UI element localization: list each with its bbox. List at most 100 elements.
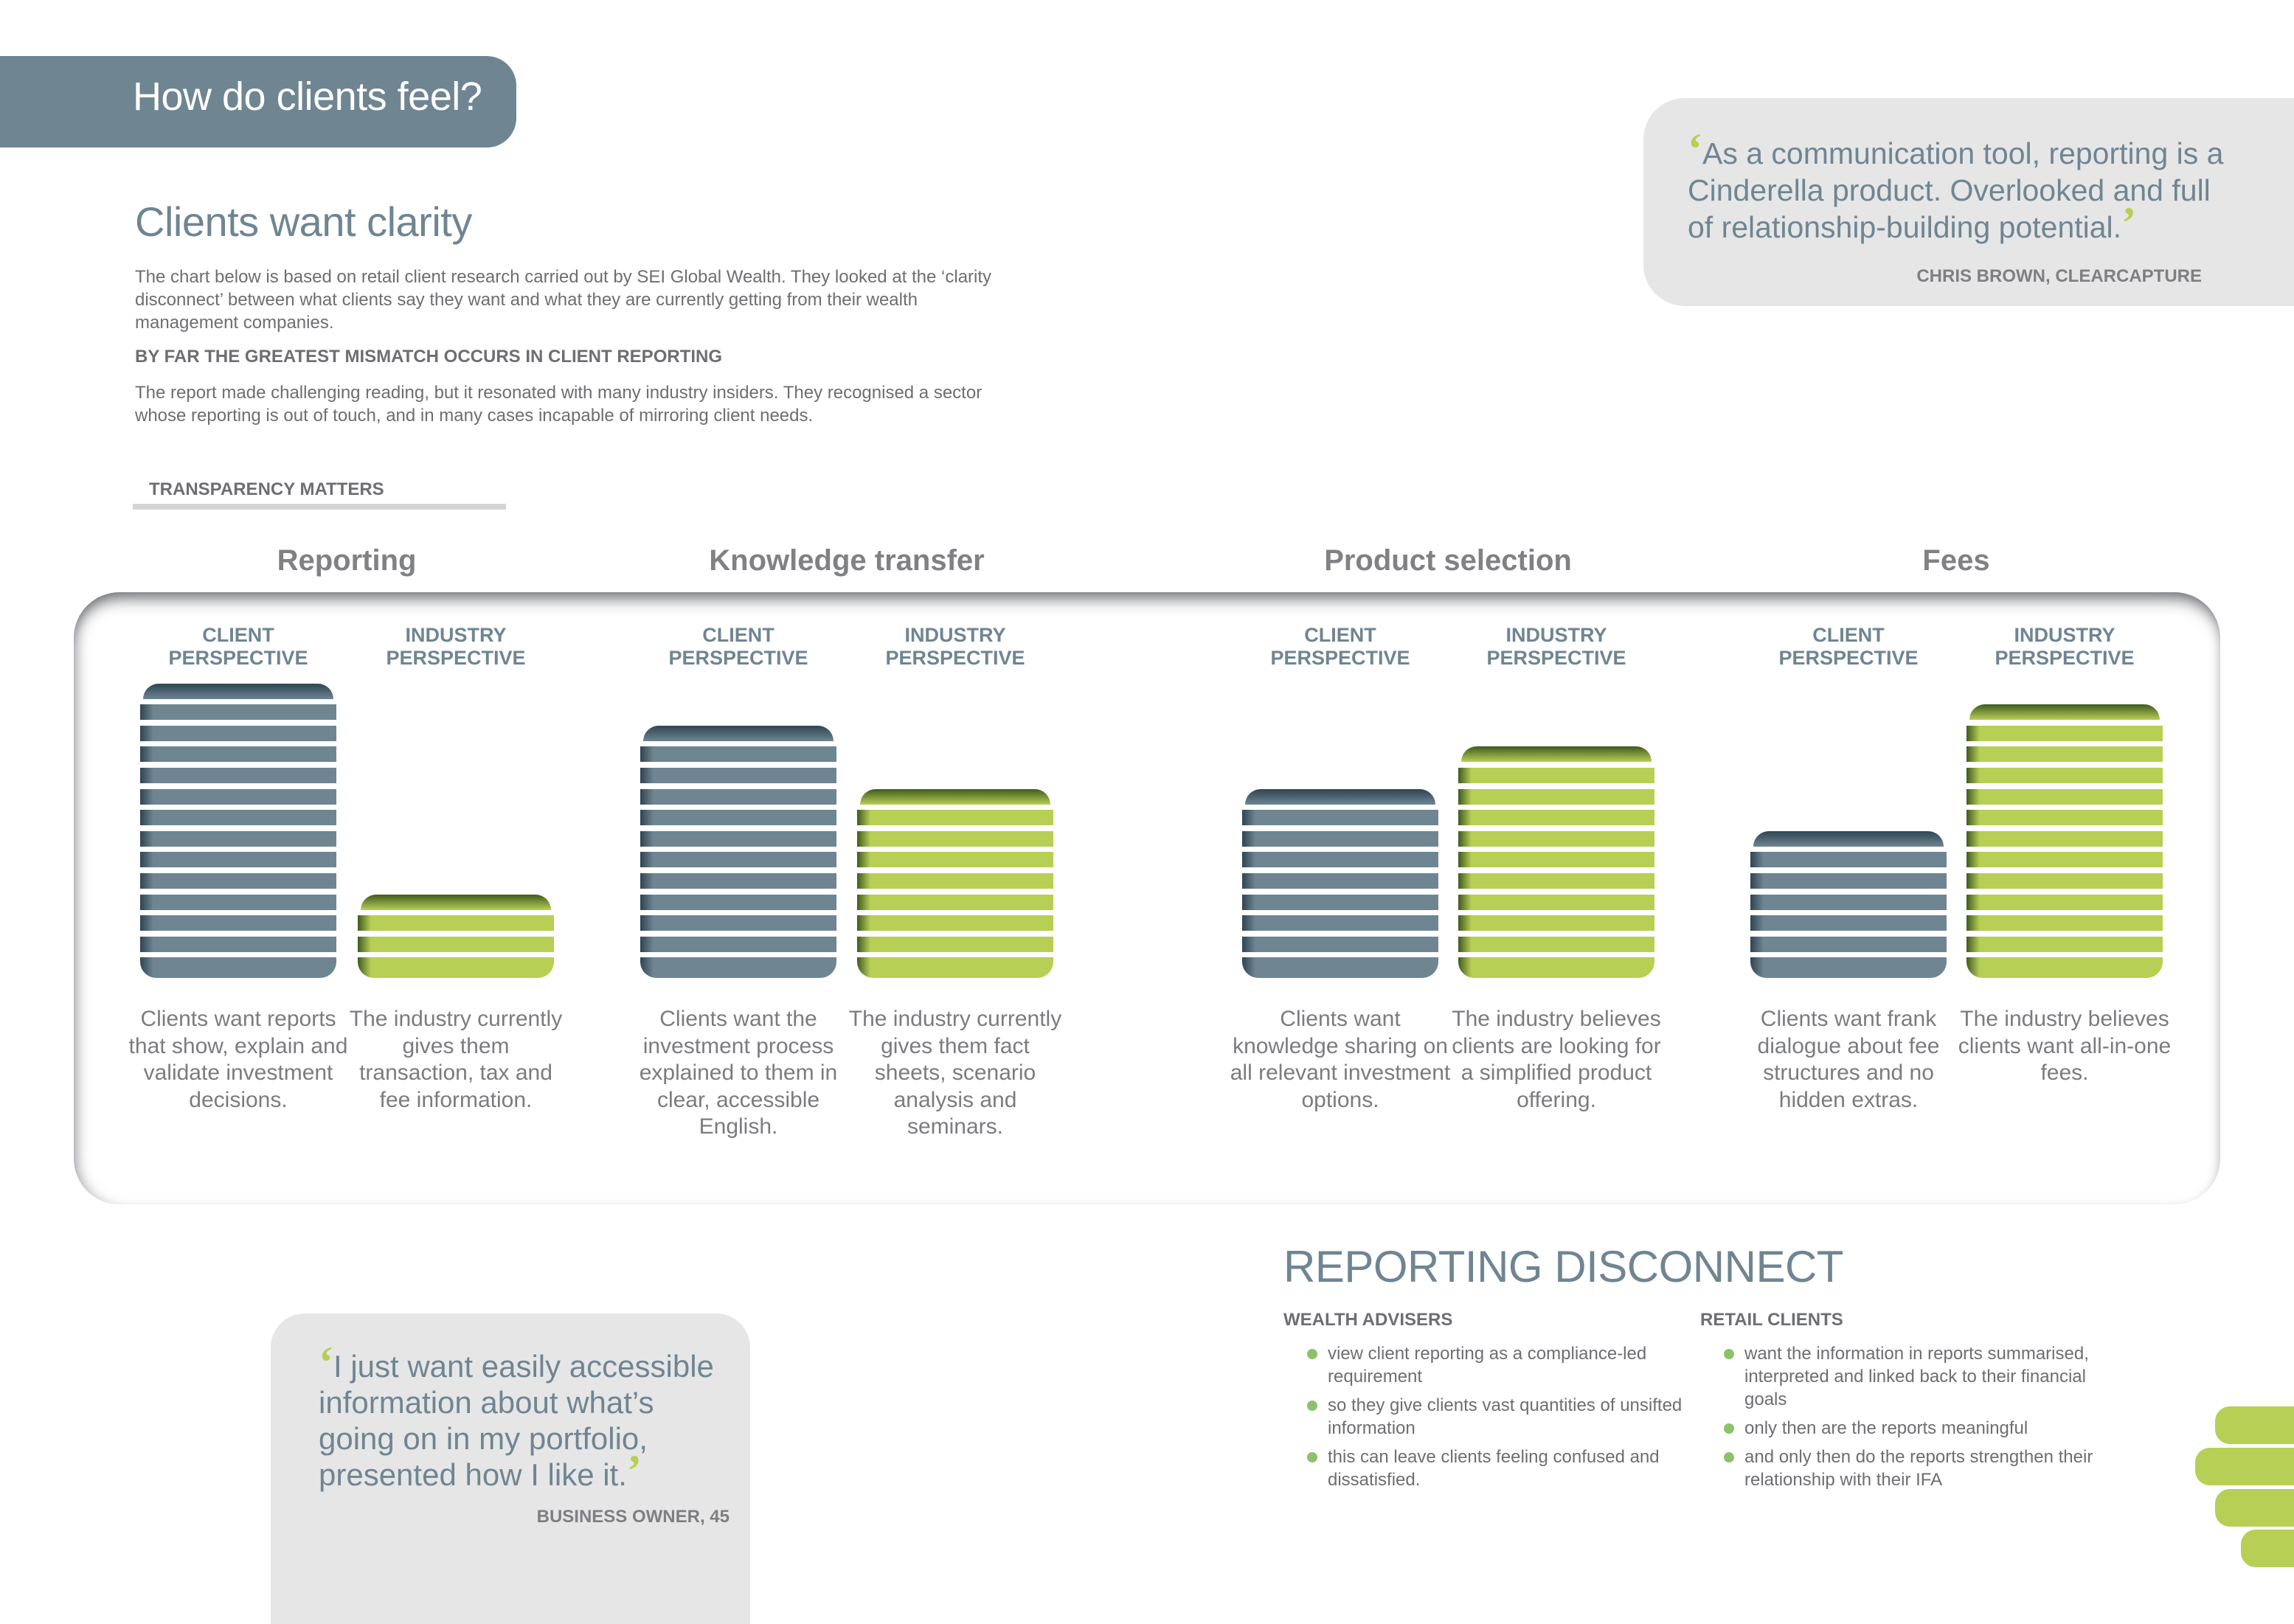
list-item-text: want the information in reports summaris… [1744,1344,2089,1409]
perspective-label-line: CLIENT [1304,624,1376,646]
bar-segment [857,894,1053,910]
close-quote-icon: ’ [626,1446,642,1495]
list-item: view client reporting as a compliance-le… [1307,1342,1705,1388]
section-title: Clients want clarity [135,198,472,245]
bar-segment [140,936,336,952]
bullet-icon [1307,1401,1317,1411]
bar-segment [857,810,1053,826]
bar-segment [1966,788,2163,805]
list-item-text: only then are the reports meaningful [1744,1418,2028,1438]
bar-segment [140,704,336,721]
bar-segment [358,957,554,978]
retail-clients-list: want the information in reports summaris… [1724,1342,2107,1497]
bar-segment [140,725,336,741]
bar-segment [640,894,836,910]
bar-segment [1458,936,1654,952]
decorative-tab [2215,1489,2294,1527]
list-item: and only then do the reports strengthen … [1724,1446,2107,1491]
bar-segment [1966,957,2163,978]
bar-segment [1242,872,1438,889]
perspective-label: INDUSTRY PERSPECTIVE [859,624,1051,670]
list-item-text: so they give clients vast quantities of … [1328,1395,1683,1438]
perspective-label: INDUSTRY PERSPECTIVE [1460,624,1652,670]
perspective-label-line: PERSPECTIVE [386,647,526,669]
bar-segment [1245,788,1435,805]
bar-segment [1458,788,1654,805]
bullet-icon [1307,1349,1317,1359]
bar-segment [1966,872,2163,889]
list-item-text: this can leave clients feeling confused … [1328,1447,1660,1490]
bar-segment [1458,957,1654,978]
bar-segment [860,788,1050,805]
page-title: How do clients feel? [133,74,482,119]
open-quote-icon: ‘ [319,1338,333,1387]
bar-segment [1753,830,1944,847]
perspective-label-line: INDUSTRY [405,624,507,646]
quote-text: ‘I just want easily accessible informati… [319,1340,732,1495]
bullet-icon [1307,1452,1317,1462]
bar-segment [640,767,836,783]
perspective-label-line: CLIENT [702,624,775,646]
bar-segment [140,915,336,931]
bar-segment [140,788,336,805]
bar-segment [358,936,554,952]
bar-segment [1966,725,2163,741]
bar-segment [1242,810,1438,826]
bar-segment [1750,852,1947,868]
bar-segment [640,915,836,931]
open-quote-icon: ‘ [1688,125,1702,173]
perspective-label-line: PERSPECTIVE [885,647,1025,669]
category-title: Fees [1922,544,1990,577]
bar-segment [140,894,336,910]
client-bar [1750,830,1947,979]
list-item-text: and only then do the reports strengthen … [1744,1447,2093,1490]
perspective-label: CLIENT PERSPECTIVE [642,624,834,670]
bar-segment [1458,915,1654,931]
bar-segment [1969,704,2160,721]
chart-title: TRANSPARENCY MATTERS [149,479,384,499]
bar-segment [140,957,336,978]
bar-segment [1458,767,1654,783]
perspective-label-line: PERSPECTIVE [1778,647,1919,669]
bar-segment [1458,852,1654,868]
category-title: Knowledge transfer [709,544,985,577]
bar-segment [1242,894,1438,910]
intro-paragraph: The chart below is based on retail clien… [135,267,992,333]
bar-segment [1750,957,1947,978]
bar-segment [640,872,836,889]
bar-segment [1750,894,1947,910]
list-item: only then are the reports meaningful [1724,1417,2107,1440]
industry-bar [358,894,554,979]
bar-segment [640,852,836,868]
bar-caption: Clients want reports that show, explain … [128,1007,348,1112]
industry-bar [1458,746,1654,979]
bar-segment [140,852,336,868]
perspective-label: CLIENT PERSPECTIVE [1753,624,1944,670]
retail-clients-heading: RETAIL CLIENTS [1700,1310,1843,1330]
pull-quote-top: ‘As a communication tool, reporting is a… [1643,98,2294,306]
bar-segment [857,915,1053,931]
bar-segment [1242,830,1438,847]
list-item: this can leave clients feeling confused … [1307,1446,1705,1491]
perspective-label-line: PERSPECTIVE [1270,647,1410,669]
perspective-label-line: PERSPECTIVE [668,647,808,669]
perspective-label: INDUSTRY PERSPECTIVE [360,624,552,670]
bar-segment [640,936,836,952]
close-quote-icon: ’ [2121,198,2137,247]
bar-segment [1242,957,1438,978]
bar-segment [1750,936,1947,952]
perspective-label-line: PERSPECTIVE [168,647,308,669]
bar-segment [640,810,836,826]
bar-segment [1966,767,2163,783]
quote-body: I just want easily accessible informatio… [319,1349,714,1492]
bar-caption: The industry currently gives them transa… [349,1007,563,1112]
bar-caption: Clients want the investment process expl… [639,1007,838,1139]
decorative-tab [2241,1530,2294,1567]
bar-segment [1242,852,1438,868]
bar-segment [857,957,1053,978]
bar-segment [361,894,551,910]
title-underline [133,504,506,510]
bar-segment [1458,872,1654,889]
bar-segment [140,767,336,783]
bar-segment [1458,894,1654,910]
